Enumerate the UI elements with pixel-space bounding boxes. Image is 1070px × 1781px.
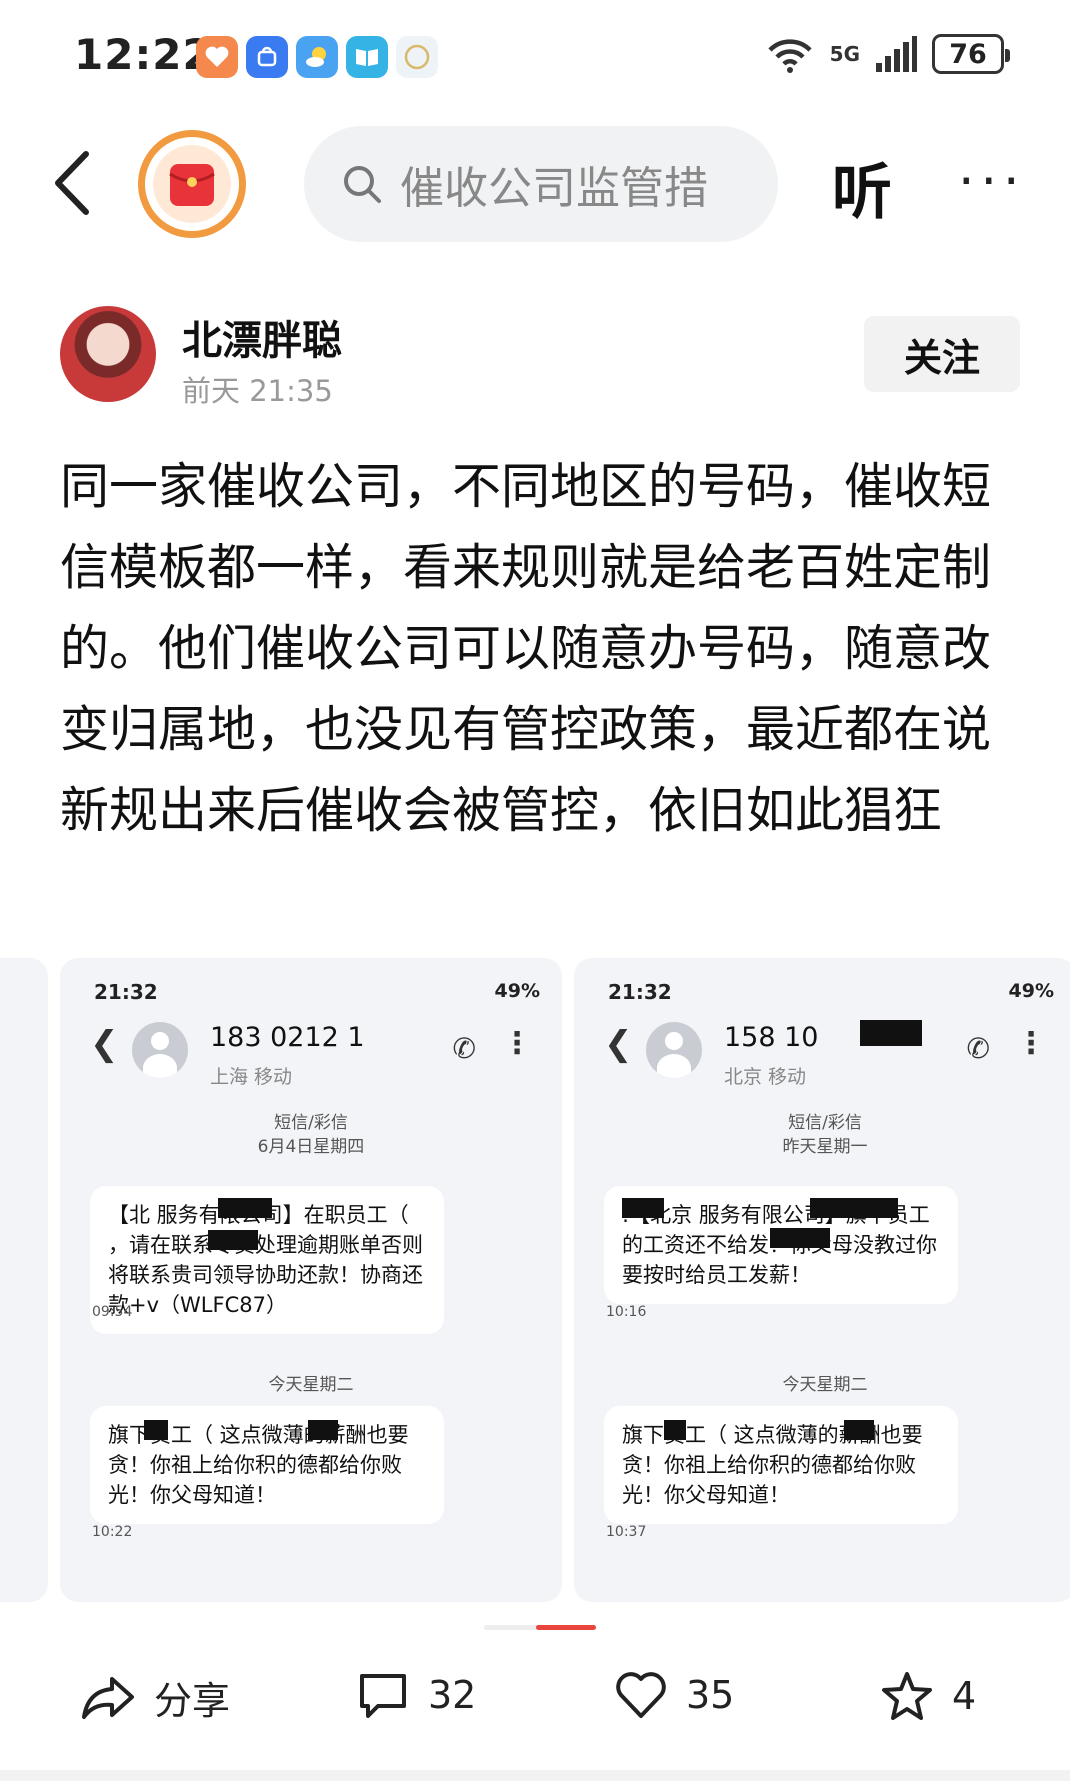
redaction-mark — [770, 1228, 830, 1248]
battery-level: 76 — [949, 38, 987, 70]
health-app-icon — [196, 36, 238, 78]
bottom-divider — [0, 1770, 1070, 1781]
wifi-icon — [768, 39, 812, 73]
message-time: 10:16 — [606, 1304, 647, 1320]
message-text: 【北 服务有限公司】在职员工（ ，请在联系专员处理逾期账单否则将联系贵司领导协助… — [108, 1203, 423, 1317]
message-type: 短信/彩信 — [274, 1113, 348, 1133]
signal-icon — [876, 36, 917, 72]
message-bubble: 旗下员工（ 这点微薄的薪酬也要贪！你祖上给你积的德都给你败光！你父母知道！ — [604, 1406, 958, 1524]
phone-icon: ✆ — [966, 1032, 990, 1065]
previous-image-edge[interactable] — [0, 958, 48, 1602]
brand-logo[interactable] — [138, 130, 246, 238]
message-date: 昨天星期一 — [782, 1137, 868, 1157]
redaction-mark — [208, 1230, 258, 1250]
shot-back-icon: ❮ — [90, 1024, 119, 1064]
contact-avatar-icon — [646, 1022, 702, 1078]
author-row: 北漂胖聪 前天 21:35 关注 — [0, 300, 1070, 410]
author-avatar[interactable] — [60, 306, 156, 402]
app-market-icon — [246, 36, 288, 78]
comment-button[interactable]: 32 — [356, 1670, 476, 1720]
sender-number: 183 0212 1 — [210, 1022, 365, 1053]
share-icon — [82, 1676, 134, 1719]
redaction-mark — [860, 1020, 922, 1046]
back-button[interactable] — [44, 148, 108, 218]
shot-battery: 49% — [494, 980, 540, 1002]
message-type: 短信/彩信 — [788, 1113, 862, 1133]
shot-more-icon: ⋮ — [502, 1026, 532, 1061]
sender-number: 158 10 — [724, 1022, 819, 1053]
status-indicators: 5G 76 — [764, 34, 1010, 74]
redaction-mark — [664, 1420, 686, 1440]
shot-back-icon: ❮ — [604, 1024, 633, 1064]
yoyo-icon — [396, 36, 438, 78]
favorite-count: 4 — [952, 1674, 977, 1718]
search-icon — [344, 166, 381, 203]
search-box[interactable]: 催收公司监管措 — [304, 126, 778, 242]
comment-icon — [360, 1674, 406, 1718]
reader-icon — [346, 36, 388, 78]
action-bar: 分享 32 35 4 — [0, 1650, 1070, 1750]
search-placeholder: 催收公司监管措 — [400, 163, 708, 214]
like-count: 35 — [686, 1673, 735, 1717]
share-button[interactable]: 分享 — [80, 1670, 230, 1725]
redaction-mark — [308, 1420, 338, 1440]
sms-screenshot-2[interactable]: 21:32 49% ❮ 158 10 北京 移动 ✆ ⋮ 短信/彩信 昨天星期一… — [574, 958, 1070, 1602]
star-icon — [882, 1672, 932, 1720]
author-name[interactable]: 北漂胖聪 — [182, 308, 342, 366]
follow-button[interactable]: 关注 — [864, 316, 1020, 392]
gallery-page-indicator — [536, 1625, 596, 1630]
listen-button[interactable]: 听 — [832, 144, 892, 231]
message-time: 10:22 — [92, 1524, 133, 1540]
comment-count: 32 — [428, 1673, 477, 1717]
post-time: 前天 21:35 — [182, 374, 333, 408]
sender-location: 北京 移动 — [724, 1066, 807, 1088]
more-button[interactable]: ··· — [958, 152, 1026, 212]
weather-icon — [296, 36, 338, 78]
back-arrow-icon — [55, 151, 89, 215]
heart-icon — [616, 1672, 666, 1718]
redaction-mark — [218, 1198, 272, 1218]
red-envelope-icon — [169, 164, 215, 206]
redaction-mark — [144, 1420, 168, 1440]
post-text: 同一家催收公司，不同地区的号码，催收短信模板都一样，看来规则就是给老百姓定制的。… — [60, 458, 992, 839]
today-divider: 今天星期二 — [782, 1375, 868, 1395]
shot-battery: 49% — [1008, 980, 1054, 1002]
favorite-button[interactable]: 4 — [880, 1670, 976, 1722]
message-time: 10:37 — [606, 1524, 647, 1540]
status-time: 12:22 — [74, 30, 213, 79]
phone-icon: ✆ — [452, 1032, 476, 1065]
shot-status-time: 21:32 — [608, 980, 672, 1004]
contact-avatar-icon — [132, 1022, 188, 1078]
status-bar: 12:22 5G 76 — [0, 0, 1070, 110]
sender-location: 上海 移动 — [210, 1066, 293, 1088]
redaction-mark — [844, 1420, 874, 1440]
redaction-mark — [622, 1198, 664, 1218]
like-button[interactable]: 35 — [614, 1670, 734, 1720]
share-label: 分享 — [154, 1679, 231, 1723]
sms-screenshot-1[interactable]: 21:32 49% ❮ 183 0212 1 上海 移动 ✆ ⋮ 短信/彩信 6… — [60, 958, 562, 1602]
image-gallery[interactable]: 21:32 49% ❮ 183 0212 1 上海 移动 ✆ ⋮ 短信/彩信 6… — [0, 958, 1070, 1602]
battery-indicator: 76 — [932, 34, 1010, 74]
top-nav: 催收公司监管措 听 ··· — [0, 118, 1070, 248]
redaction-mark — [810, 1198, 898, 1218]
shot-status-time: 21:32 — [94, 980, 158, 1004]
network-label: 5G — [829, 42, 860, 66]
shot-more-icon: ⋮ — [1016, 1026, 1046, 1061]
today-divider: 今天星期二 — [268, 1375, 354, 1395]
message-time: 09:54 — [92, 1304, 133, 1320]
message-date: 6月4日星期四 — [257, 1137, 365, 1157]
